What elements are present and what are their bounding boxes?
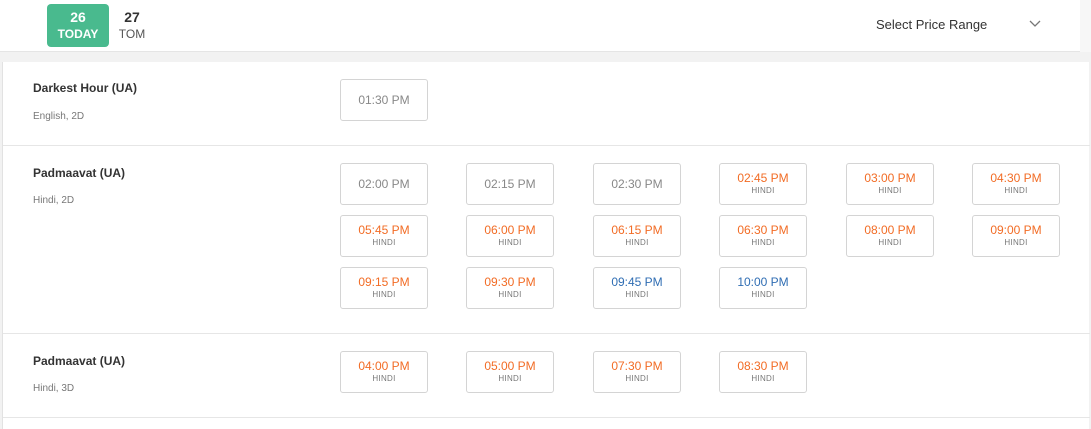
showtime-button[interactable]: 02:15 PM (466, 163, 554, 205)
showtime-button[interactable]: 05:45 PM HINDI (340, 215, 428, 257)
movie-row: Darkest Hour (UA) English, 2D 01:30 PM (3, 62, 1090, 146)
date-label: TOM (118, 27, 146, 41)
showtime-time: 09:00 PM (990, 223, 1042, 237)
showtime-time: 05:00 PM (484, 359, 536, 373)
date-tab-today[interactable]: 26 TODAY (47, 4, 109, 47)
movie-row: Padmaavat (UA) Hindi, 3D 04:00 PM HINDI … (3, 334, 1090, 418)
showtime-button[interactable]: 07:30 PM HINDI (593, 351, 681, 393)
showtime-button[interactable]: 02:45 PM HINDI (719, 163, 807, 205)
showtime-time: 09:30 PM (484, 275, 536, 289)
movie-row: Padmaavat (UA) Hindi, 2D 02:00 PM 02:15 … (3, 146, 1090, 334)
showtime-button[interactable]: 06:30 PM HINDI (719, 215, 807, 257)
showtime-button[interactable]: 02:00 PM (340, 163, 428, 205)
showtime-button[interactable]: 10:00 PM HINDI (719, 267, 807, 309)
showtime-time: 02:30 PM (611, 177, 663, 191)
showtime-language: HINDI (498, 290, 522, 299)
showtime-time: 05:45 PM (358, 223, 410, 237)
showtime-language: HINDI (1004, 238, 1028, 247)
date-number: 27 (124, 9, 140, 25)
showtime-language: HINDI (751, 238, 775, 247)
showtime-language: HINDI (625, 374, 649, 383)
showtime-time: 09:15 PM (358, 275, 410, 289)
showtime-language: HINDI (625, 238, 649, 247)
showtime-language: HINDI (372, 238, 396, 247)
showtime-time: 09:45 PM (611, 275, 663, 289)
showtime-language: HINDI (751, 290, 775, 299)
showtime-time: 06:30 PM (737, 223, 789, 237)
movie-title[interactable]: Padmaavat (UA) (33, 354, 125, 368)
showtime-time: 04:00 PM (358, 359, 410, 373)
showtime-button[interactable]: 09:00 PM HINDI (972, 215, 1060, 257)
showtime-button[interactable]: 02:30 PM (593, 163, 681, 205)
showtime-listing: Darkest Hour (UA) English, 2D 01:30 PM P… (2, 62, 1090, 429)
showtime-time: 06:00 PM (484, 223, 536, 237)
showtime-language: HINDI (751, 374, 775, 383)
showtime-button[interactable]: 03:00 PM HINDI (846, 163, 934, 205)
showtime-language: HINDI (878, 186, 902, 195)
showtime-language: HINDI (625, 290, 649, 299)
showtime-time: 10:00 PM (737, 275, 789, 289)
movie-title[interactable]: Padmaavat (UA) (33, 166, 125, 180)
showtime-language: HINDI (1004, 186, 1028, 195)
showtime-time: 03:00 PM (864, 171, 916, 185)
chevron-down-icon[interactable] (1028, 19, 1042, 29)
movie-language-format: English, 2D (33, 111, 85, 122)
showtime-time: 01:30 PM (358, 93, 410, 107)
movie-title[interactable]: Darkest Hour (UA) (33, 81, 137, 95)
showtime-language: HINDI (372, 290, 396, 299)
price-range-dropdown[interactable]: Select Price Range (876, 17, 987, 32)
showtime-button[interactable]: 08:00 PM HINDI (846, 215, 934, 257)
showtime-time: 07:30 PM (611, 359, 663, 373)
showtime-button[interactable]: 09:30 PM HINDI (466, 267, 554, 309)
showtime-button[interactable]: 09:15 PM HINDI (340, 267, 428, 309)
showtime-language: HINDI (372, 374, 396, 383)
showtime-time: 06:15 PM (611, 223, 663, 237)
date-number: 26 (70, 9, 86, 25)
showtime-time: 08:00 PM (864, 223, 916, 237)
showtime-time: 08:30 PM (737, 359, 789, 373)
showtime-time: 02:15 PM (484, 177, 536, 191)
movie-language-format: Hindi, 2D (33, 195, 75, 206)
showtime-button[interactable]: 05:00 PM HINDI (466, 351, 554, 393)
showtime-button[interactable]: 06:00 PM HINDI (466, 215, 554, 257)
scrollbar-track[interactable] (1080, 0, 1091, 52)
showtime-button[interactable]: 04:00 PM HINDI (340, 351, 428, 393)
showtime-language: HINDI (498, 374, 522, 383)
showtime-language: HINDI (751, 186, 775, 195)
date-label: TODAY (57, 27, 99, 41)
showtime-time: 02:45 PM (737, 171, 789, 185)
showtime-button[interactable]: 06:15 PM HINDI (593, 215, 681, 257)
showtime-language: HINDI (878, 238, 902, 247)
showtime-button[interactable]: 04:30 PM HINDI (972, 163, 1060, 205)
showtime-button[interactable]: 09:45 PM HINDI (593, 267, 681, 309)
showtime-language: HINDI (498, 238, 522, 247)
showtime-button[interactable]: 01:30 PM (340, 79, 428, 121)
showtimes-page: 26 TODAY 27 TOM Select Price Range Darke… (0, 0, 1091, 429)
showtime-time: 02:00 PM (358, 177, 410, 191)
showtime-time: 04:30 PM (990, 171, 1042, 185)
date-header: 26 TODAY 27 TOM Select Price Range (0, 0, 1080, 52)
movie-language-format: Hindi, 3D (33, 383, 75, 394)
date-tab-tomorrow[interactable]: 27 TOM (113, 4, 151, 47)
showtime-button[interactable]: 08:30 PM HINDI (719, 351, 807, 393)
